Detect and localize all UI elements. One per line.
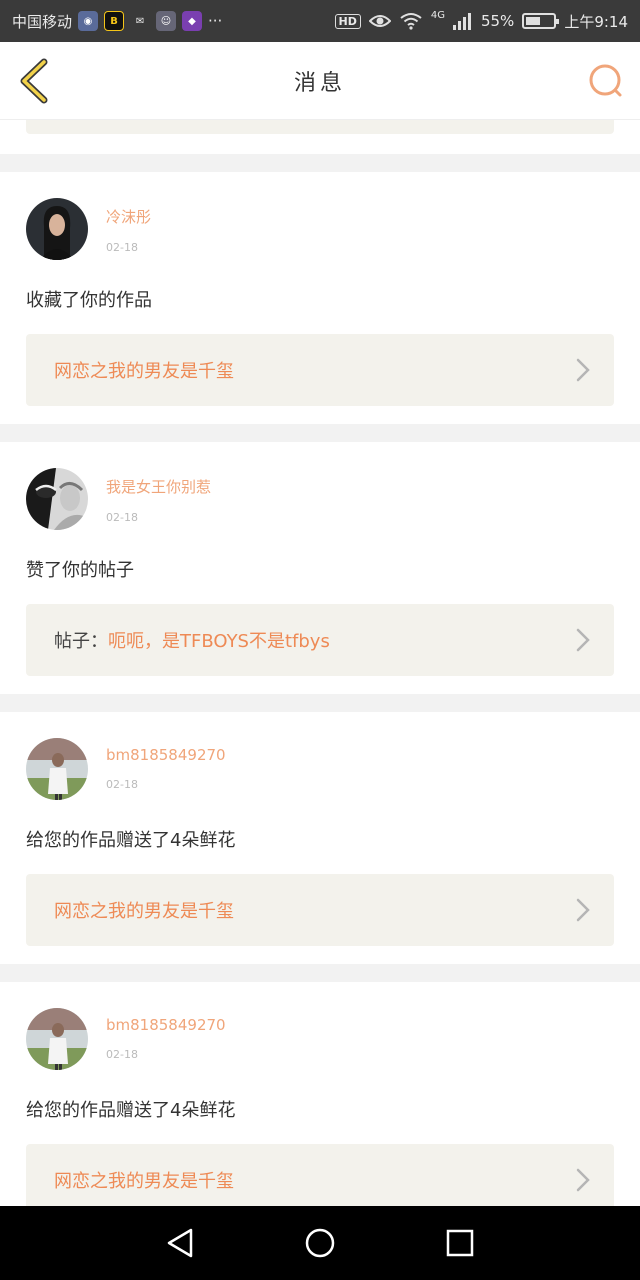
username[interactable]: bm8185849270: [106, 746, 226, 764]
eye-icon: [368, 15, 391, 27]
home-button[interactable]: [300, 1223, 340, 1263]
work-link[interactable]: 网恋之我的男友是千玺: [26, 334, 614, 406]
notification-card: bm8185849270 02-18 给您的作品赠送了4朵鲜花 网恋之我的男友是…: [0, 982, 640, 1206]
list-item-partial: [0, 120, 640, 154]
wechat-icon: ✉: [135, 15, 145, 27]
date: 02-18: [106, 778, 138, 791]
link-title: 网恋之我的男友是千玺: [54, 901, 234, 922]
page-title: 消息: [293, 70, 346, 96]
action-text: 赞了你的帖子: [26, 560, 134, 581]
hd-badge: HD: [334, 13, 361, 29]
avatar[interactable]: [26, 468, 88, 530]
post-link[interactable]: 帖子： 呃呃，是TFBOYS不是tfbys: [26, 604, 614, 676]
action-text: 给您的作品赠送了4朵鲜花: [26, 1100, 236, 1121]
network-type: 4G: [430, 9, 445, 21]
notification-card: 我是女王你别惹 02-18 赞了你的帖子 帖子： 呃呃，是TFBOYS不是tfb…: [0, 442, 640, 694]
battery-icon: [522, 13, 560, 29]
link-title: 网恋之我的男友是千玺: [54, 361, 234, 382]
chevron-right-icon: [576, 898, 590, 922]
notification-card: bm8185849270 02-18 给您的作品赠送了4朵鲜花 网恋之我的男友是…: [0, 712, 640, 964]
search-icon[interactable]: [588, 63, 624, 99]
battery-fill: [526, 17, 541, 25]
more-notifications: ···: [208, 12, 223, 30]
avatar[interactable]: [26, 1008, 88, 1070]
app-icon: ◆: [182, 11, 203, 31]
message-icon: ☺: [156, 11, 177, 31]
username[interactable]: 我是女王你别惹: [106, 476, 211, 497]
username[interactable]: 冷沫彤: [106, 206, 151, 227]
status-bar: 中国移动 ◉ B ✉ ☺ ◆ ··· HD 4G 55% 上午9:14: [0, 0, 640, 42]
recents-button[interactable]: [440, 1223, 480, 1263]
link-title: 网恋之我的男友是千玺: [54, 1171, 234, 1192]
link-box-partial[interactable]: [26, 120, 614, 134]
chevron-right-icon: [576, 628, 590, 652]
battery-percent: 55%: [480, 12, 515, 30]
carrier-label: 中国移动: [12, 12, 73, 31]
link-prefix: 帖子：: [54, 631, 108, 652]
chevron-right-icon: [576, 358, 590, 382]
square-recents-icon: [446, 1229, 474, 1257]
avatar[interactable]: [26, 738, 88, 800]
work-link[interactable]: 网恋之我的男友是千玺: [26, 874, 614, 946]
wifi-icon: [400, 13, 422, 30]
nav-bar: 消息: [0, 42, 640, 120]
system-nav-bar: [0, 1206, 640, 1280]
notification-card: 冷沫彤 02-18 收藏了你的作品 网恋之我的男友是千玺: [0, 172, 640, 424]
back-arrow-icon[interactable]: [14, 58, 54, 104]
clock: 上午9:14: [564, 12, 628, 31]
action-text: 给您的作品赠送了4朵鲜花: [26, 830, 236, 851]
bilibili-icon: B: [104, 11, 125, 31]
chevron-right-icon: [576, 1168, 590, 1192]
date: 02-18: [106, 241, 138, 254]
avatar[interactable]: [26, 198, 88, 260]
triangle-back-icon: [167, 1228, 193, 1258]
signal-icon: [452, 13, 471, 30]
link-title: 呃呃，是TFBOYS不是tfbys: [108, 631, 330, 652]
circle-home-icon: [305, 1228, 335, 1258]
message-list[interactable]: 冷沫彤 02-18 收藏了你的作品 网恋之我的男友是千玺 我是女王你别惹 02-…: [0, 120, 640, 1206]
action-text: 收藏了你的作品: [26, 290, 152, 311]
username[interactable]: bm8185849270: [106, 1016, 226, 1034]
qq-icon: ◉: [78, 11, 99, 31]
date: 02-18: [106, 1048, 138, 1061]
date: 02-18: [106, 511, 138, 524]
back-button[interactable]: [160, 1223, 200, 1263]
work-link[interactable]: 网恋之我的男友是千玺: [26, 1144, 614, 1206]
